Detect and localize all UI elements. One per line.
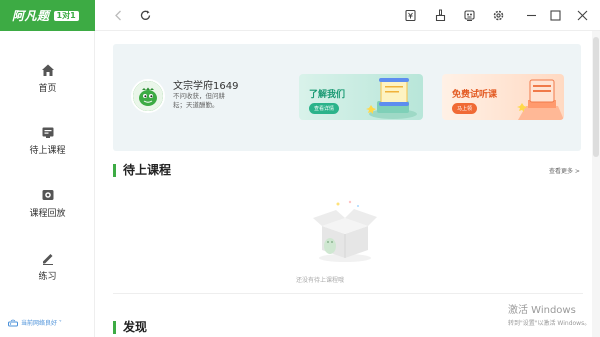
calendar-icon bbox=[42, 127, 53, 138]
main-content: 文宗学府1649 不问收获，但问耕耘；天道酬勤。 了解我们 查看详情 免费试听课 bbox=[95, 31, 592, 337]
free-trial-title: 免费试听课 bbox=[452, 90, 498, 100]
dinosaur-avatar-icon bbox=[133, 81, 163, 111]
settings-icon bbox=[493, 10, 503, 20]
sidebar-item-home[interactable]: 首页 bbox=[0, 58, 95, 98]
free-trial-card[interactable]: 免费试听课 马上领 bbox=[442, 74, 564, 120]
upcoming-section-title: 待上课程 bbox=[113, 164, 171, 177]
network-status-label: 当前网络良好 ˅ bbox=[21, 320, 62, 327]
windows-activation-watermark: 激活 Windows 转到"设置"以激活 Windows。 bbox=[508, 301, 590, 327]
robot-button[interactable] bbox=[460, 6, 478, 24]
home-icon bbox=[41, 64, 54, 76]
maximize-button[interactable] bbox=[546, 6, 564, 24]
scrollbar-thumb[interactable] bbox=[593, 37, 599, 157]
robot-icon bbox=[463, 9, 475, 21]
sidebar-item-label: 练习 bbox=[38, 271, 57, 282]
pencil-icon bbox=[42, 253, 53, 265]
settings-button[interactable] bbox=[489, 6, 507, 24]
clean-button[interactable] bbox=[431, 6, 449, 24]
logo-text: 阿凡题 bbox=[12, 9, 50, 23]
sidebar-item-upcoming[interactable]: 待上课程 bbox=[0, 120, 95, 160]
empty-state-text: 还没有待上课程哦 bbox=[296, 277, 345, 284]
gift-illustration-icon bbox=[517, 79, 564, 120]
about-us-title: 了解我们 bbox=[309, 90, 346, 100]
scroll-illustration-icon bbox=[366, 78, 417, 119]
refresh-icon bbox=[140, 10, 150, 20]
back-icon bbox=[114, 10, 121, 20]
close-button[interactable] bbox=[573, 6, 591, 24]
clean-icon bbox=[435, 9, 445, 21]
section-divider bbox=[113, 293, 583, 294]
sidebar: 阿凡题 1对1 首页 待上课程 课程回放 练习 当前网络良好 ˅ bbox=[0, 0, 95, 337]
maximize-icon bbox=[549, 9, 561, 21]
profile-banner: 文宗学府1649 不问收获，但问耕耘；天道酬勤。 了解我们 查看详情 免费试听课 bbox=[113, 44, 581, 151]
username: 文宗学府1649 bbox=[173, 81, 239, 92]
network-status[interactable]: 当前网络良好 ˅ bbox=[8, 318, 62, 327]
see-more-link[interactable]: 查看更多 > bbox=[549, 166, 580, 175]
sidebar-item-replay[interactable]: 课程回放 bbox=[0, 183, 95, 223]
watermark-title: 激活 Windows bbox=[508, 305, 576, 316]
refresh-button[interactable] bbox=[136, 6, 154, 24]
about-us-card[interactable]: 了解我们 查看详情 bbox=[299, 74, 423, 120]
about-us-button[interactable]: 查看详情 bbox=[309, 103, 340, 114]
empty-box-illustration-icon bbox=[313, 200, 377, 262]
watermark-subtitle: 转到"设置"以激活 Windows。 bbox=[508, 320, 591, 327]
logo-badge: 1对1 bbox=[53, 10, 79, 21]
close-icon bbox=[577, 10, 587, 20]
motto-text: 不问收获，但问耕耘；天道酬勤。 bbox=[173, 92, 225, 109]
app-window: 阿凡题 1对1 首页 待上课程 课程回放 练习 当前网络良好 ˅ 文宗学府164… bbox=[0, 0, 600, 337]
scrollbar[interactable] bbox=[592, 31, 600, 337]
sidebar-item-practice[interactable]: 练习 bbox=[0, 246, 95, 286]
minimize-button[interactable] bbox=[522, 6, 540, 24]
sidebar-item-label: 首页 bbox=[38, 83, 57, 94]
sidebar-item-label: 课程回放 bbox=[29, 208, 66, 219]
avatar[interactable] bbox=[131, 79, 165, 113]
sidebar-item-label: 待上课程 bbox=[29, 145, 66, 156]
top-bar bbox=[95, 0, 600, 31]
wallet-button[interactable] bbox=[401, 6, 419, 24]
replay-icon bbox=[42, 189, 53, 200]
wallet-icon bbox=[404, 9, 416, 21]
back-button[interactable] bbox=[109, 6, 127, 24]
discover-section-title: 发现 bbox=[113, 321, 147, 334]
free-trial-button[interactable]: 马上领 bbox=[452, 103, 478, 114]
app-logo: 阿凡题 1对1 bbox=[0, 0, 95, 31]
minimize-icon bbox=[526, 14, 536, 16]
wifi-router-icon bbox=[8, 319, 18, 326]
